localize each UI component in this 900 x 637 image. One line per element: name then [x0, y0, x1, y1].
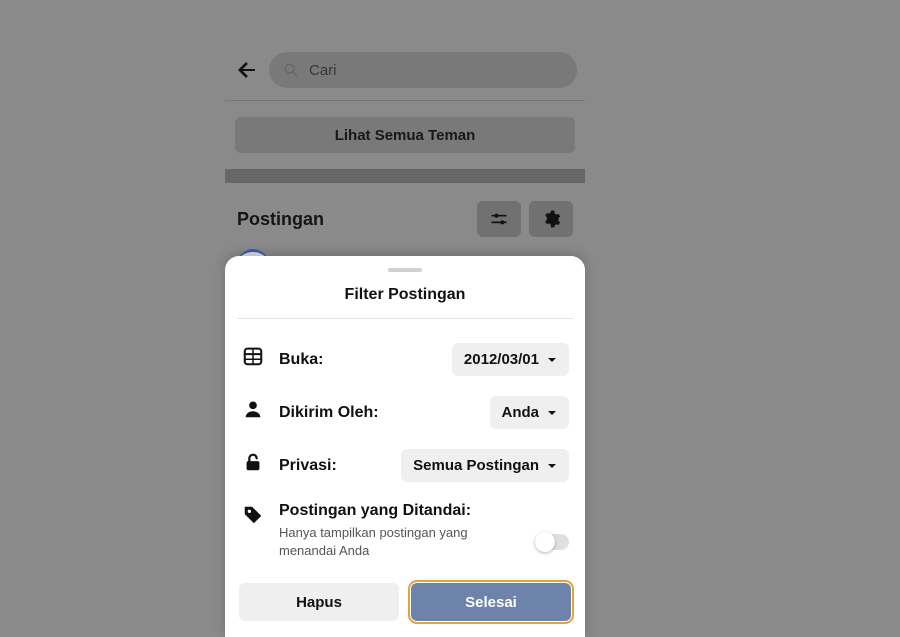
chevron-down-icon	[547, 408, 557, 418]
filter-row-tagged: Postingan yang Ditandai: Hanya tampilkan…	[225, 492, 585, 569]
gear-icon	[541, 209, 561, 229]
chevron-down-icon	[547, 461, 557, 471]
search-input[interactable]	[309, 62, 563, 79]
section-divider	[225, 169, 585, 183]
privacy-label: Privasi:	[279, 457, 337, 475]
author-label: Dikirim Oleh:	[279, 404, 379, 422]
person-icon	[242, 398, 264, 420]
search-field[interactable]	[269, 52, 577, 88]
tagged-label: Postingan yang Ditandai:	[279, 502, 471, 520]
modal-title: Filter Postingan	[225, 286, 585, 318]
done-button[interactable]: Selesai	[411, 583, 571, 621]
filter-row-privacy: Privasi: Semua Postingan	[225, 439, 585, 492]
calendar-icon	[242, 345, 264, 367]
see-all-friends-button[interactable]: Lihat Semua Teman	[235, 117, 575, 153]
privacy-selector[interactable]: Semua Postingan	[401, 449, 569, 482]
filter-posts-button[interactable]	[477, 201, 521, 237]
tag-icon	[242, 504, 264, 526]
profile-screen: Lihat Semua Teman Postingan	[225, 0, 585, 269]
filter-row-author: Dikirim Oleh: Anda	[225, 386, 585, 439]
search-icon	[283, 62, 299, 78]
filter-posts-modal: Filter Postingan Buka: 2012/03/01	[225, 256, 585, 637]
date-label: Buka:	[279, 351, 323, 369]
author-value: Anda	[502, 404, 540, 421]
author-selector[interactable]: Anda	[490, 396, 570, 429]
clear-button[interactable]: Hapus	[239, 583, 399, 621]
sheet-grabber[interactable]	[388, 268, 422, 272]
arrow-left-icon	[235, 58, 259, 82]
date-value: 2012/03/01	[464, 351, 539, 368]
privacy-value: Semua Postingan	[413, 457, 539, 474]
back-button[interactable]	[233, 56, 261, 84]
chevron-down-icon	[547, 355, 557, 365]
unlock-icon	[242, 451, 264, 473]
sliders-icon	[489, 209, 509, 229]
tagged-description: Hanya tampilkan postingan yang menandai …	[279, 524, 489, 559]
date-selector[interactable]: 2012/03/01	[452, 343, 569, 376]
posts-title: Postingan	[237, 209, 324, 230]
tagged-toggle[interactable]	[535, 534, 569, 550]
filter-row-date: Buka: 2012/03/01	[225, 333, 585, 386]
posts-header: Postingan	[225, 183, 585, 249]
top-bar	[225, 0, 585, 101]
divider	[237, 318, 573, 319]
post-settings-button[interactable]	[529, 201, 573, 237]
